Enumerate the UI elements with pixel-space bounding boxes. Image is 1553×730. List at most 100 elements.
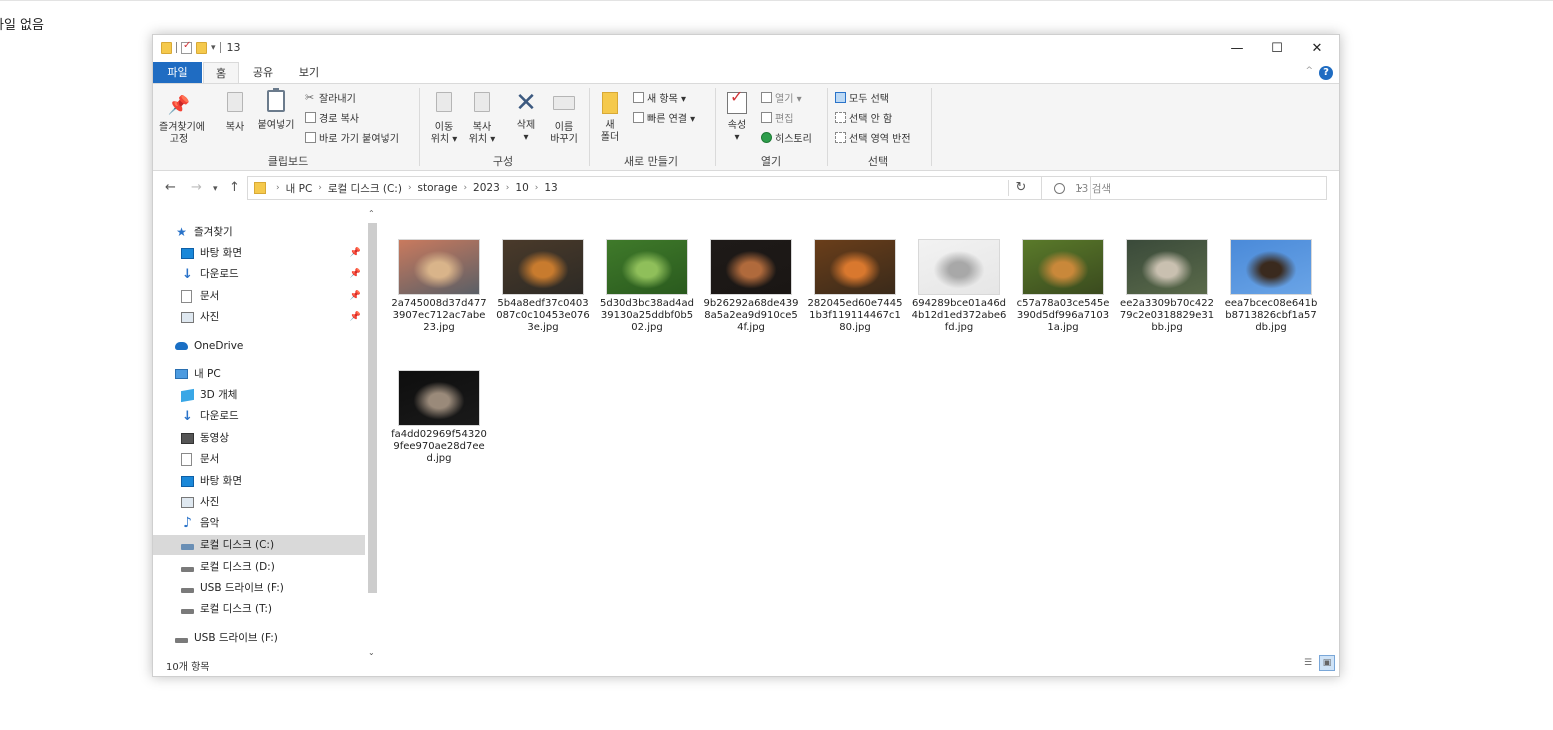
file-item[interactable]: 694289bce01a46d4b12d1ed372abe6fd.jpg bbox=[911, 240, 1007, 334]
new-folder-icon bbox=[602, 92, 618, 114]
file-item[interactable]: 5b4a8edf37c0403087c0c10453e0763e.jpg bbox=[495, 240, 591, 334]
nav-item-documents[interactable]: 문서 bbox=[181, 449, 365, 469]
file-item[interactable]: fa4dd02969f543209fee970ae28d7eed.jpg bbox=[391, 371, 487, 465]
minimize-button[interactable]: — bbox=[1217, 35, 1257, 61]
chevron-right-icon[interactable]: › bbox=[463, 183, 467, 193]
file-item[interactable]: 2a745008d37d4773907ec712ac7abe23.jpg bbox=[391, 240, 487, 334]
nav-item-music[interactable]: ♪ 음악 bbox=[181, 513, 365, 533]
nav-item-documents-pinned[interactable]: 문서 📌 bbox=[181, 286, 365, 306]
nav-item-3d-objects[interactable]: 3D 개체 bbox=[181, 385, 365, 405]
move-to-button[interactable]: 이동 위치 ▾ bbox=[427, 92, 461, 146]
forward-button[interactable]: → bbox=[191, 180, 202, 195]
help-icon[interactable]: ? bbox=[1319, 66, 1333, 80]
edit-label: 편집 bbox=[775, 114, 794, 125]
open-button[interactable]: 열기 ▾ bbox=[761, 90, 802, 105]
nav-item-usb-drive-f[interactable]: USB 드라이브 (F:) bbox=[181, 578, 365, 598]
scroll-up-icon[interactable]: ⌃ bbox=[368, 209, 375, 218]
invert-selection-button[interactable]: 선택 영역 반전 bbox=[835, 130, 911, 145]
collapse-ribbon-icon[interactable]: ^ bbox=[1305, 66, 1313, 76]
group-separator bbox=[589, 88, 590, 166]
recent-locations-icon[interactable]: ▾ bbox=[213, 184, 218, 194]
select-all-button[interactable]: 모두 선택 bbox=[835, 90, 889, 105]
desktop-icon bbox=[181, 247, 194, 259]
nav-item-pictures-pinned[interactable]: 사진 📌 bbox=[181, 307, 365, 327]
nav-item-usb-drive-f-root[interactable]: USB 드라이브 (F:) bbox=[175, 628, 365, 648]
nav-item-label: 로컬 디스크 (C:) bbox=[200, 539, 275, 551]
nav-item-quick-access[interactable]: ★ 즐겨찾기 bbox=[175, 222, 365, 242]
nav-item-this-pc[interactable]: 내 PC bbox=[175, 364, 365, 384]
nav-item-desktop-pinned[interactable]: 바탕 화면 📌 bbox=[181, 243, 365, 263]
file-item[interactable]: 9b26292a68de4398a5a2ea9d910ce54f.jpg bbox=[703, 240, 799, 334]
chevron-right-icon[interactable]: › bbox=[318, 183, 322, 193]
copy-path-button[interactable]: 경로 복사 bbox=[305, 110, 359, 125]
nav-item-label: 내 PC bbox=[194, 368, 221, 380]
chevron-right-icon[interactable]: › bbox=[506, 183, 510, 193]
search-input[interactable]: 13 검색 bbox=[1041, 176, 1327, 200]
cut-button[interactable]: ✂ 잘라내기 bbox=[305, 90, 356, 105]
file-item[interactable]: c57a78a03ce545e390d5df996a71031a.jpg bbox=[1015, 240, 1111, 334]
file-name: fa4dd02969f543209fee970ae28d7eed.jpg bbox=[391, 429, 487, 464]
edit-button[interactable]: 편집 bbox=[761, 110, 793, 125]
new-folder-button[interactable]: 새 폴더 bbox=[595, 92, 625, 144]
tab-home[interactable]: 홈 bbox=[203, 62, 239, 83]
close-button[interactable]: ✕ bbox=[1297, 35, 1337, 61]
cut-label: 잘라내기 bbox=[319, 94, 356, 105]
paste-shortcut-button[interactable]: 바로 가기 붙여넣기 bbox=[305, 130, 399, 145]
delete-button[interactable]: ✕ 삭제 ▾ bbox=[509, 90, 543, 144]
maximize-button[interactable]: ☐ bbox=[1257, 35, 1297, 61]
pin-to-quick-access-button[interactable]: 📌 즐겨찾기에 고정 bbox=[159, 96, 205, 146]
paste-button[interactable]: 붙여넣기 bbox=[253, 88, 299, 132]
select-all-icon bbox=[835, 92, 846, 103]
refresh-button[interactable]: ↻ bbox=[1008, 180, 1033, 196]
breadcrumb-local-disk-c[interactable]: 로컬 디스크 (C:) bbox=[328, 181, 402, 196]
file-item[interactable]: 5d30d3bc38ad4ad39130a25ddbf0b502.jpg bbox=[599, 240, 695, 334]
nav-item-videos[interactable]: 동영상 bbox=[181, 428, 365, 448]
chevron-right-icon[interactable]: › bbox=[535, 183, 539, 193]
nav-item-desktop[interactable]: 바탕 화면 bbox=[181, 471, 365, 491]
file-item[interactable]: ee2a3309b70c42279c2e0318829e31bb.jpg bbox=[1119, 240, 1215, 334]
nav-item-pictures[interactable]: 사진 bbox=[181, 492, 365, 512]
up-button[interactable]: ↑ bbox=[229, 180, 240, 195]
nav-item-downloads-pinned[interactable]: ↓ 다운로드 📌 bbox=[181, 264, 365, 284]
breadcrumb-13[interactable]: 13 bbox=[544, 182, 557, 194]
new-item-button[interactable]: 새 항목 ▾ bbox=[633, 90, 686, 105]
new-folder-quick-icon[interactable] bbox=[196, 41, 207, 54]
breadcrumb-10[interactable]: 10 bbox=[515, 182, 528, 194]
nav-scrollbar[interactable]: ⌃ ⌄ bbox=[366, 209, 379, 657]
nav-item-onedrive[interactable]: OneDrive bbox=[175, 336, 365, 356]
address-bar[interactable]: › 내 PC › 로컬 디스크 (C:) › storage › 2023 › … bbox=[247, 176, 1091, 200]
rename-button[interactable]: 이름 바꾸기 bbox=[547, 92, 581, 146]
edit-icon bbox=[761, 112, 772, 123]
details-view-icon[interactable]: ☰ bbox=[1300, 655, 1316, 671]
copy-to-button[interactable]: 복사 위치 ▾ bbox=[465, 92, 499, 146]
nav-item-label: 로컬 디스크 (T:) bbox=[200, 603, 272, 615]
file-item[interactable]: eea7bcec08e641bb8713826cbf1a57db.jpg bbox=[1223, 240, 1319, 334]
nav-item-label: 바탕 화면 bbox=[200, 475, 242, 487]
nav-item-downloads[interactable]: ↓ 다운로드 bbox=[181, 406, 365, 426]
tab-view[interactable]: 보기 bbox=[291, 62, 327, 83]
breadcrumb-storage[interactable]: storage bbox=[418, 182, 458, 194]
file-name: 5d30d3bc38ad4ad39130a25ddbf0b502.jpg bbox=[599, 298, 695, 333]
select-none-button[interactable]: 선택 안 함 bbox=[835, 110, 892, 125]
pin-icon: 📌 bbox=[349, 312, 361, 322]
tab-share[interactable]: 공유 bbox=[245, 62, 281, 83]
breadcrumb-this-pc[interactable]: 내 PC bbox=[286, 181, 313, 196]
nav-item-local-disk-c[interactable]: 로컬 디스크 (C:) bbox=[153, 535, 365, 555]
file-name: 9b26292a68de4398a5a2ea9d910ce54f.jpg bbox=[703, 298, 799, 333]
large-icons-view-icon[interactable]: ▣ bbox=[1319, 655, 1335, 671]
file-item[interactable]: 282045ed60e74451b3f119114467c180.jpg bbox=[807, 240, 903, 334]
tab-file[interactable]: 파일 bbox=[153, 62, 202, 83]
nav-item-local-disk-d[interactable]: 로컬 디스크 (D:) bbox=[181, 557, 365, 577]
easy-access-button[interactable]: 빠른 연결 ▾ bbox=[633, 110, 695, 125]
back-button[interactable]: ← bbox=[165, 180, 176, 195]
scrollbar-thumb[interactable] bbox=[368, 223, 377, 593]
chevron-right-icon[interactable]: › bbox=[408, 183, 412, 193]
copy-button[interactable]: 복사 bbox=[223, 92, 247, 134]
breadcrumb-2023[interactable]: 2023 bbox=[473, 182, 500, 194]
customize-dropdown-icon[interactable]: ▾ bbox=[211, 43, 216, 53]
history-button[interactable]: 히스토리 bbox=[761, 130, 812, 145]
scroll-down-icon[interactable]: ⌄ bbox=[368, 648, 375, 657]
properties-button[interactable]: 속성 ▾ bbox=[721, 91, 753, 144]
nav-item-local-disk-t[interactable]: 로컬 디스크 (T:) bbox=[181, 599, 365, 619]
properties-quick-icon[interactable] bbox=[181, 40, 192, 54]
